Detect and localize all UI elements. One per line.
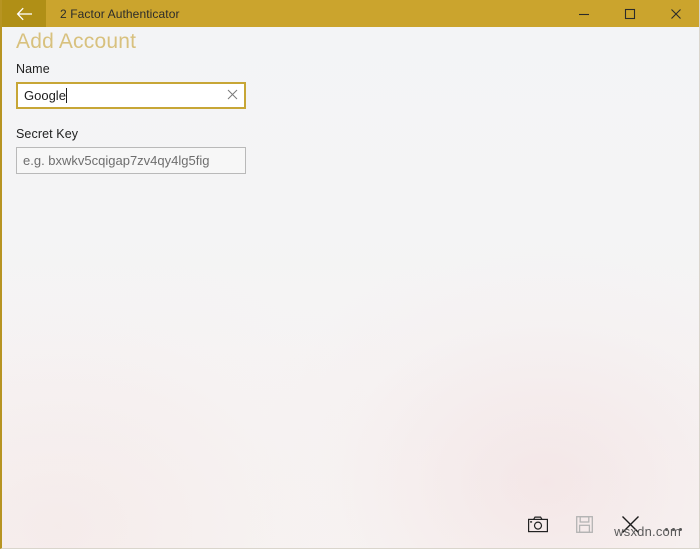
page-title: Add Account xyxy=(16,30,137,53)
window-title: 2 Factor Authenticator xyxy=(60,6,180,21)
title-bar: 2 Factor Authenticator xyxy=(2,0,699,27)
text-caret xyxy=(65,88,67,103)
form-spacer xyxy=(16,109,246,127)
camera-icon xyxy=(528,516,548,533)
ellipsis-dot xyxy=(678,528,682,531)
secret-key-input-placeholder: e.g. bxwkv5cqigap7zv4qy4lg5fig xyxy=(23,153,210,168)
cancel-button[interactable] xyxy=(607,504,653,544)
ellipsis-dot xyxy=(664,528,668,531)
close-icon xyxy=(227,87,238,105)
overflow-menu-button[interactable] xyxy=(653,504,693,544)
name-field-label: Name xyxy=(16,62,50,76)
name-input-value[interactable]: Google xyxy=(18,88,220,103)
name-clear-button[interactable] xyxy=(220,84,244,107)
save-button[interactable] xyxy=(561,504,607,544)
close-icon xyxy=(621,515,640,534)
floppy-disk-save-icon xyxy=(575,515,593,533)
maximize-button[interactable] xyxy=(607,0,653,27)
maximize-icon xyxy=(624,8,636,20)
ellipsis-icon xyxy=(663,528,684,531)
name-input[interactable]: Google xyxy=(16,82,246,109)
minimize-icon xyxy=(578,8,590,20)
command-bar xyxy=(2,500,699,548)
scan-qr-code-button[interactable] xyxy=(515,504,561,544)
name-input-text: Google xyxy=(24,88,66,103)
back-arrow-icon xyxy=(16,7,33,21)
minimize-button[interactable] xyxy=(561,0,607,27)
secret-key-field-label: Secret Key xyxy=(16,127,79,141)
ellipsis-dot xyxy=(671,528,675,531)
secret-key-input[interactable]: e.g. bxwkv5cqigap7zv4qy4lg5fig xyxy=(16,147,246,174)
back-button[interactable] xyxy=(2,0,46,27)
close-button[interactable] xyxy=(653,0,699,27)
add-account-form: Name Google Secret Key e.g. bxwkv5cqigap… xyxy=(16,62,246,174)
close-icon xyxy=(670,8,682,20)
app-window: 2 Factor Authenticator Add Account Name … xyxy=(0,0,700,549)
